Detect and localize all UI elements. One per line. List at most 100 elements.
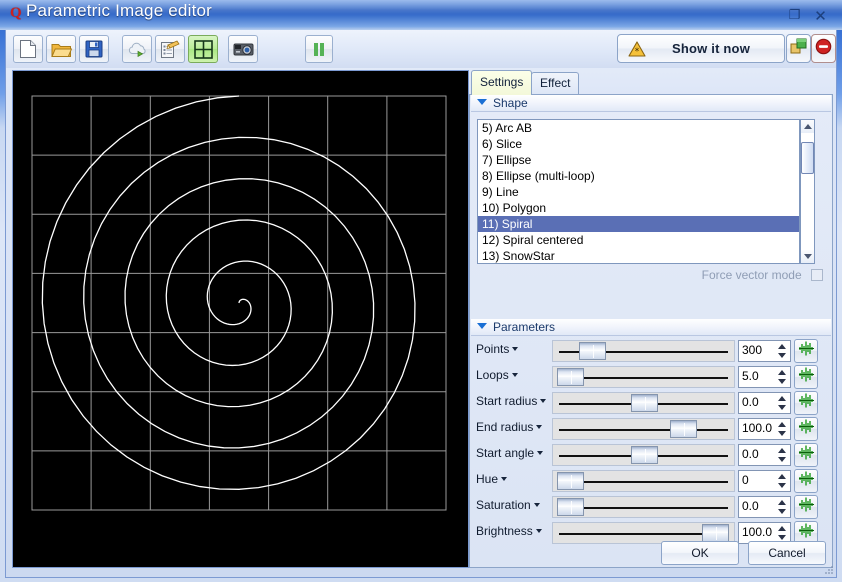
resize-grip[interactable] <box>822 563 834 575</box>
slider-thumb[interactable] <box>557 498 585 516</box>
stop-button[interactable] <box>811 34 836 63</box>
wave-button[interactable] <box>794 469 818 493</box>
parameter-value: 300 <box>742 343 763 357</box>
shape-group-title: Shape <box>493 96 528 110</box>
shape-list-scrollbar[interactable] <box>800 119 815 264</box>
parameter-spinner[interactable]: 5.0 <box>738 366 791 388</box>
parameter-label[interactable]: End radius <box>476 420 548 436</box>
wave-button[interactable] <box>794 391 818 415</box>
spinner-arrows[interactable] <box>776 368 789 386</box>
caret-down-icon <box>511 373 518 377</box>
camera-icon <box>233 41 254 57</box>
wave-button[interactable] <box>794 417 818 441</box>
parameter-label[interactable]: Saturation <box>476 498 548 514</box>
wave-button[interactable] <box>794 365 818 389</box>
list-item[interactable]: 12) Spiral centered <box>478 232 799 248</box>
force-vector-mode-checkbox[interactable] <box>811 268 823 281</box>
parameter-label[interactable]: Hue <box>476 472 548 488</box>
new-file-button[interactable] <box>13 35 43 63</box>
parameter-label[interactable]: Start angle <box>476 446 548 462</box>
spinner-arrows[interactable] <box>776 446 789 464</box>
open-folder-icon <box>50 41 72 58</box>
dialog-footer: OK Cancel <box>6 533 836 577</box>
pause-icon <box>313 42 325 56</box>
parameter-label[interactable]: Loops <box>476 368 548 384</box>
parameter-slider[interactable] <box>552 366 735 388</box>
preview-canvas[interactable] <box>12 70 469 568</box>
caret-down-icon <box>533 503 540 507</box>
scroll-up-icon[interactable] <box>801 120 814 133</box>
svg-text:*: * <box>635 47 640 57</box>
save-file-button[interactable] <box>79 35 109 63</box>
cancel-button[interactable]: Cancel <box>748 541 826 565</box>
parameters-list: Points 300 Loops 5.0 Start radius 0.0 En… <box>470 338 832 546</box>
save-disk-icon <box>85 40 103 58</box>
slider-thumb[interactable] <box>669 420 697 438</box>
spinner-arrows[interactable] <box>776 420 789 438</box>
open-file-button[interactable] <box>46 35 76 63</box>
list-item[interactable]: 7) Ellipse <box>478 152 799 168</box>
maximize-button[interactable]: ❐ <box>787 9 802 23</box>
parameter-spinner[interactable]: 0 <box>738 470 791 492</box>
spinner-arrows[interactable] <box>776 342 789 360</box>
spinner-arrows[interactable] <box>776 498 789 516</box>
slider-thumb[interactable] <box>631 446 658 464</box>
list-item[interactable]: 10) Polygon <box>478 200 799 216</box>
spinner-arrows[interactable] <box>776 394 789 412</box>
ok-button[interactable]: OK <box>661 541 739 565</box>
parameter-slider[interactable] <box>552 340 735 362</box>
parameter-label[interactable]: Points <box>476 342 548 358</box>
parameter-label[interactable]: Start radius <box>476 394 548 410</box>
new-file-icon <box>19 39 37 59</box>
green-waveform-icon <box>798 341 815 361</box>
parameter-slider[interactable] <box>552 392 735 414</box>
application-window: Q Parametric Image editor ❐ ✕ * Show it … <box>0 0 842 582</box>
parameter-value: 5.0 <box>742 369 759 383</box>
tab-settings[interactable]: Settings <box>471 70 533 95</box>
slider-thumb[interactable] <box>578 342 606 360</box>
green-waveform-icon <box>798 471 815 491</box>
tab-effect[interactable]: Effect <box>531 72 580 94</box>
wave-button[interactable] <box>794 339 818 363</box>
parameter-spinner[interactable]: 0.0 <box>738 444 791 466</box>
wave-button[interactable] <box>794 495 818 519</box>
pause-button[interactable] <box>305 35 333 63</box>
parameter-row-start-radius: Start radius 0.0 <box>470 390 832 416</box>
camera-button[interactable] <box>228 35 258 63</box>
parameter-slider[interactable] <box>552 496 735 518</box>
list-item[interactable]: 5) Arc AB <box>478 120 799 136</box>
parameter-slider[interactable] <box>552 470 735 492</box>
wave-button[interactable] <box>794 443 818 467</box>
parameters-group-header[interactable]: Parameters <box>471 319 831 336</box>
slider-thumb[interactable] <box>557 368 585 386</box>
list-item[interactable]: 8) Ellipse (multi-loop) <box>478 168 799 184</box>
parameter-slider[interactable] <box>552 418 735 440</box>
close-button[interactable]: ✕ <box>813 9 828 24</box>
show-it-now-button[interactable]: * Show it now <box>617 34 785 63</box>
clipboard-pencil-icon <box>160 39 180 59</box>
client-area: * Show it now Settings Effect Shape 5) A… <box>5 30 837 578</box>
scrollbar-thumb[interactable] <box>801 142 814 174</box>
slider-thumb[interactable] <box>557 472 585 490</box>
list-item[interactable]: 9) Line <box>478 184 799 200</box>
copy-button[interactable] <box>786 34 811 63</box>
slider-thumb[interactable] <box>631 394 658 412</box>
list-item[interactable]: 6) Slice <box>478 136 799 152</box>
parameter-spinner[interactable]: 0.0 <box>738 496 791 518</box>
spinner-arrows[interactable] <box>776 472 789 490</box>
warning-triangle-icon: * <box>618 40 646 57</box>
list-item-selected[interactable]: 11) Spiral <box>478 216 799 232</box>
shape-group-header[interactable]: Shape <box>471 95 831 112</box>
green-waveform-icon <box>798 445 815 465</box>
edit-list-button[interactable] <box>155 35 185 63</box>
scroll-down-icon[interactable] <box>801 250 814 263</box>
parameter-spinner[interactable]: 0.0 <box>738 392 791 414</box>
list-item[interactable]: 13) SnowStar <box>478 248 799 263</box>
parameter-slider[interactable] <box>552 444 735 466</box>
parameter-spinner[interactable]: 300 <box>738 340 791 362</box>
parameter-value: 100.0 <box>742 421 773 435</box>
upload-button[interactable] <box>122 35 152 63</box>
parameter-spinner[interactable]: 100.0 <box>738 418 791 440</box>
shape-listbox[interactable]: 5) Arc AB 6) Slice 7) Ellipse 8) Ellipse… <box>477 119 800 264</box>
grid-button[interactable] <box>188 35 218 63</box>
